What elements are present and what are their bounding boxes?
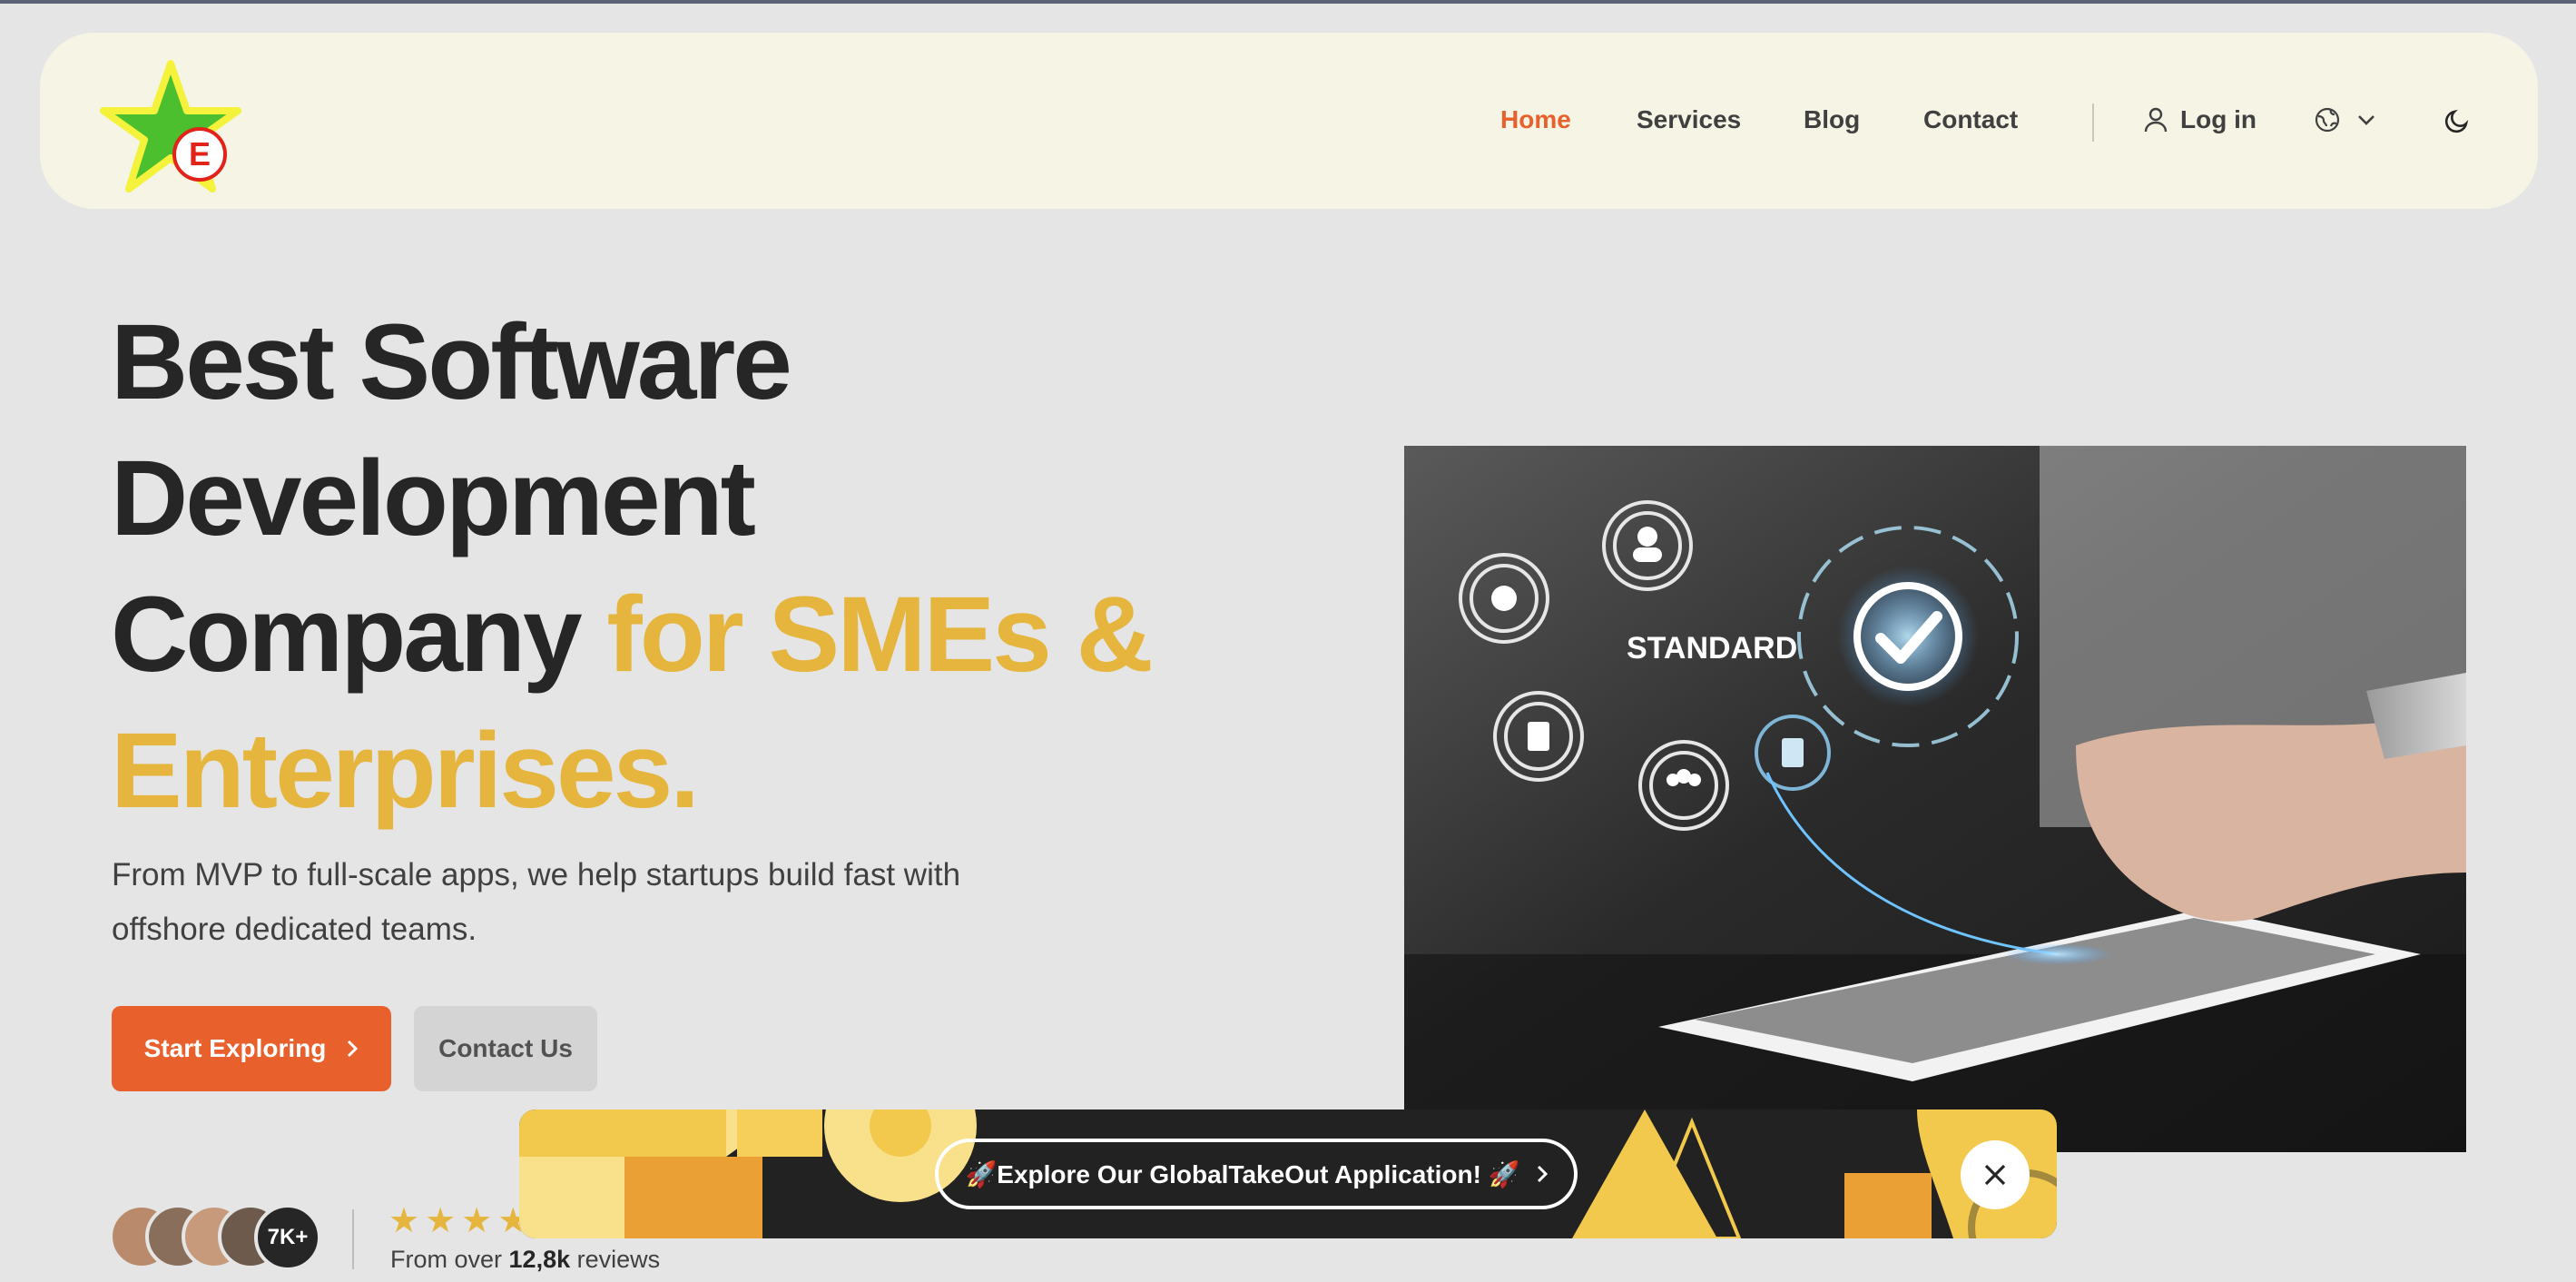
site-header: E Home Services Blog Contact Log in — [40, 33, 2538, 209]
nav-link-services[interactable]: Services — [1637, 105, 1741, 134]
hero-subtitle: From MVP to full-scale apps, we help sta… — [112, 857, 961, 947]
globe-icon — [2315, 107, 2340, 133]
hero-title-accent-line4: Enterprises. — [111, 711, 700, 831]
svg-text:E: E — [189, 135, 211, 173]
reviews-suffix: reviews — [570, 1246, 661, 1273]
reviews-prefix: From over — [390, 1246, 509, 1273]
hero-image-caption: STANDARD — [1627, 631, 1797, 666]
company-logo[interactable]: E — [100, 58, 254, 194]
hero-title: Best Software Development Company for SM… — [111, 294, 1327, 839]
reviews-count: 12,8k — [508, 1246, 571, 1273]
login-label: Log in — [2180, 105, 2256, 133]
chevron-down-icon — [2358, 115, 2374, 125]
theme-toggle[interactable] — [2443, 107, 2471, 139]
star-icon: ★ — [425, 1202, 457, 1240]
proof-divider — [352, 1209, 354, 1269]
star-icon: ★ — [388, 1202, 420, 1240]
hero-image: STANDARD — [1404, 446, 2466, 1152]
login-link[interactable]: Log in — [2144, 105, 2256, 134]
hero-title-line2: Development — [111, 439, 756, 558]
nav-link-contact[interactable]: Contact — [1923, 105, 2018, 134]
nav-divider — [2092, 104, 2094, 142]
contact-us-label: Contact Us — [438, 1034, 573, 1062]
hero-title-line3: Company — [111, 575, 607, 695]
language-selector[interactable] — [2315, 107, 2376, 133]
explore-app-label: 🚀Explore Our GlobalTakeOut Application! … — [965, 1159, 1520, 1188]
moon-icon — [2444, 109, 2469, 133]
chevron-right-icon — [1537, 1165, 1548, 1183]
chevron-right-icon — [348, 1040, 359, 1058]
nav-link-blog[interactable]: Blog — [1804, 105, 1860, 134]
hero-title-line1: Best Software — [111, 302, 792, 422]
promo-banner: 🚀Explore Our GlobalTakeOut Application! … — [519, 1109, 2057, 1238]
hero-title-accent: for SMEs & — [606, 575, 1153, 695]
close-icon — [1984, 1164, 2006, 1186]
explore-app-button[interactable]: 🚀Explore Our GlobalTakeOut Application! … — [935, 1139, 1578, 1209]
user-icon — [2144, 107, 2168, 133]
nav-link-home[interactable]: Home — [1500, 105, 1571, 134]
reviews-text: From over 12,8k reviews — [390, 1246, 660, 1274]
avatar-count-badge: 7K+ — [254, 1204, 321, 1271]
start-exploring-button[interactable]: Start Exploring — [112, 1006, 391, 1091]
contact-us-button[interactable]: Contact Us — [414, 1006, 597, 1091]
start-exploring-label: Start Exploring — [143, 1034, 327, 1062]
close-banner-button[interactable] — [1961, 1140, 2030, 1209]
star-icon: ★ — [461, 1202, 493, 1240]
customer-avatars: 7K+ — [109, 1204, 327, 1271]
